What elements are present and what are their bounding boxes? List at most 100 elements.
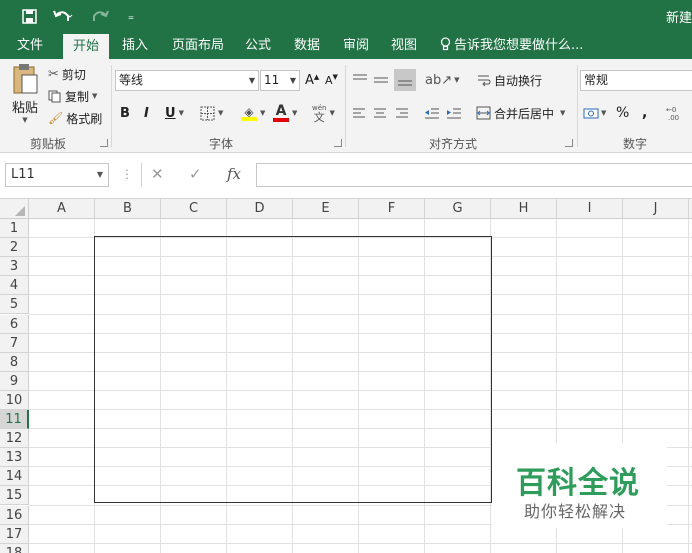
ribbon-tabs: 文件 开始 插入 页面布局 公式 数据 审阅 视图 告诉我您想要做什么... (0, 32, 692, 59)
align-top-button[interactable] (352, 69, 372, 91)
row-header[interactable]: 7 (0, 334, 29, 353)
row-header[interactable]: 5 (0, 295, 29, 314)
increase-decimal-button[interactable]: ←0.00 (665, 102, 681, 124)
font-size-combo[interactable]: 11 ▼ (260, 70, 300, 91)
svg-text:←0: ←0 (666, 106, 676, 114)
row-header[interactable]: 18 (0, 544, 29, 553)
save-icon[interactable] (18, 6, 40, 26)
name-box[interactable]: L11 ▼ (5, 163, 109, 187)
tab-view[interactable]: 视图 (385, 32, 423, 59)
column-header[interactable]: I (557, 199, 623, 219)
lightbulb-icon (440, 37, 451, 51)
redo-icon[interactable] (86, 6, 116, 26)
watermark: 百科全说 助你轻松解决 (492, 443, 667, 528)
align-left-button[interactable] (352, 102, 372, 124)
font-color-button[interactable]: A ▼ (273, 102, 297, 124)
row-header[interactable]: 3 (0, 257, 29, 276)
font-name-combo[interactable]: 等线 ▼ (115, 70, 259, 91)
decrease-font-button[interactable]: A ▼ (325, 70, 341, 91)
align-bottom-button[interactable] (394, 69, 416, 91)
tab-review[interactable]: 审阅 (337, 32, 375, 59)
watermark-title: 百科全说 (516, 466, 640, 501)
wrap-text-label: 自动换行 (494, 73, 543, 88)
row-header[interactable]: 15 (0, 486, 29, 505)
column-header[interactable]: J (623, 199, 689, 219)
copy-button[interactable]: 复制 ▼ (48, 87, 97, 105)
tab-insert[interactable]: 插入 (115, 32, 155, 59)
comma-style-button[interactable]: , (642, 102, 647, 124)
column-header[interactable]: B (95, 199, 161, 219)
select-all-corner[interactable] (0, 199, 29, 219)
align-right-icon (396, 108, 408, 118)
formula-input[interactable] (256, 163, 692, 187)
column-header[interactable]: G (425, 199, 491, 219)
alignment-launcher-icon[interactable] (565, 139, 573, 147)
tab-home[interactable]: 开始 (63, 34, 109, 59)
clipboard-launcher-icon[interactable] (100, 139, 108, 147)
increase-indent-button[interactable] (446, 102, 466, 124)
row-header[interactable]: 1 (0, 219, 29, 238)
tab-file[interactable]: 文件 (8, 32, 52, 59)
number-format-combo[interactable]: 常规 (580, 70, 692, 91)
column-header[interactable]: F (359, 199, 425, 219)
increase-indent-icon (447, 108, 461, 118)
column-header[interactable]: C (161, 199, 227, 219)
decrease-indent-button[interactable] (424, 102, 444, 124)
row-header[interactable]: 17 (0, 525, 29, 544)
column-header[interactable]: E (293, 199, 359, 219)
column-header[interactable]: A (29, 199, 95, 219)
wrap-text-button[interactable]: 自动换行 (476, 70, 542, 90)
chevron-down-icon: ▼ (260, 109, 266, 117)
align-right-button[interactable] (395, 102, 415, 124)
more-options-icon[interactable]: ⋮ (121, 167, 133, 181)
borders-button[interactable]: ▼ (200, 102, 223, 124)
align-middle-button[interactable] (373, 69, 393, 91)
enter-icon[interactable]: ✓ (189, 165, 202, 183)
undo-icon[interactable] (48, 6, 78, 26)
paste-button[interactable]: 粘贴 ▼ (6, 63, 44, 129)
bold-button[interactable]: B (120, 102, 130, 124)
borders-icon (200, 106, 215, 120)
merge-center-label: 合并后居中 (494, 106, 555, 121)
underline-button[interactable]: U ▼ (165, 102, 184, 124)
orientation-button[interactable]: ab↗ ▼ (425, 69, 460, 91)
tab-data[interactable]: 数据 (287, 32, 327, 59)
font-launcher-icon[interactable] (334, 139, 342, 147)
row-header[interactable]: 13 (0, 448, 29, 467)
chevron-down-icon: ▼ (92, 92, 98, 100)
decrease-indent-icon (425, 108, 439, 118)
row-header[interactable]: 4 (0, 276, 29, 295)
row-header[interactable]: 10 (0, 391, 29, 410)
group-divider (577, 65, 578, 147)
insert-function-icon[interactable]: fx (227, 165, 241, 183)
row-header[interactable]: 9 (0, 372, 29, 391)
clipboard-group-label: 剪贴板 (30, 137, 67, 151)
tab-page-layout[interactable]: 页面布局 (166, 32, 230, 59)
row-header[interactable]: 16 (0, 506, 29, 525)
row-header[interactable]: 14 (0, 467, 29, 486)
font-size-value: 11 (264, 73, 280, 87)
increase-font-glyph: A (305, 73, 314, 88)
cut-button[interactable]: ✂ 剪切 (48, 65, 86, 83)
merge-center-button[interactable]: 合并后居中 ▼ (476, 102, 565, 124)
customize-qat-icon[interactable]: ₌ (124, 6, 138, 26)
row-header[interactable]: 6 (0, 315, 29, 334)
column-header[interactable]: H (491, 199, 557, 219)
phonetic-guide-button[interactable]: wén 文 ▼ (312, 102, 335, 124)
cancel-icon[interactable]: ✕ (151, 165, 164, 183)
column-header[interactable]: D (227, 199, 293, 219)
accounting-format-button[interactable]: ▼ (583, 102, 606, 124)
percent-style-button[interactable]: % (616, 102, 629, 124)
tab-formulas[interactable]: 公式 (240, 32, 276, 59)
row-header[interactable]: 11 (0, 410, 29, 429)
format-painter-button[interactable]: 🖌 格式刷 (48, 109, 102, 127)
increase-font-button[interactable]: A ▲ (305, 70, 321, 91)
align-center-button[interactable] (373, 102, 393, 124)
row-header[interactable]: 2 (0, 238, 29, 257)
svg-text:.00: .00 (668, 114, 679, 121)
tell-me-search[interactable]: 告诉我您想要做什么... (440, 32, 583, 59)
fill-color-button[interactable]: ◈ ▼ (241, 102, 265, 124)
row-header[interactable]: 12 (0, 429, 29, 448)
row-header[interactable]: 8 (0, 353, 29, 372)
italic-button[interactable]: I (144, 102, 149, 124)
